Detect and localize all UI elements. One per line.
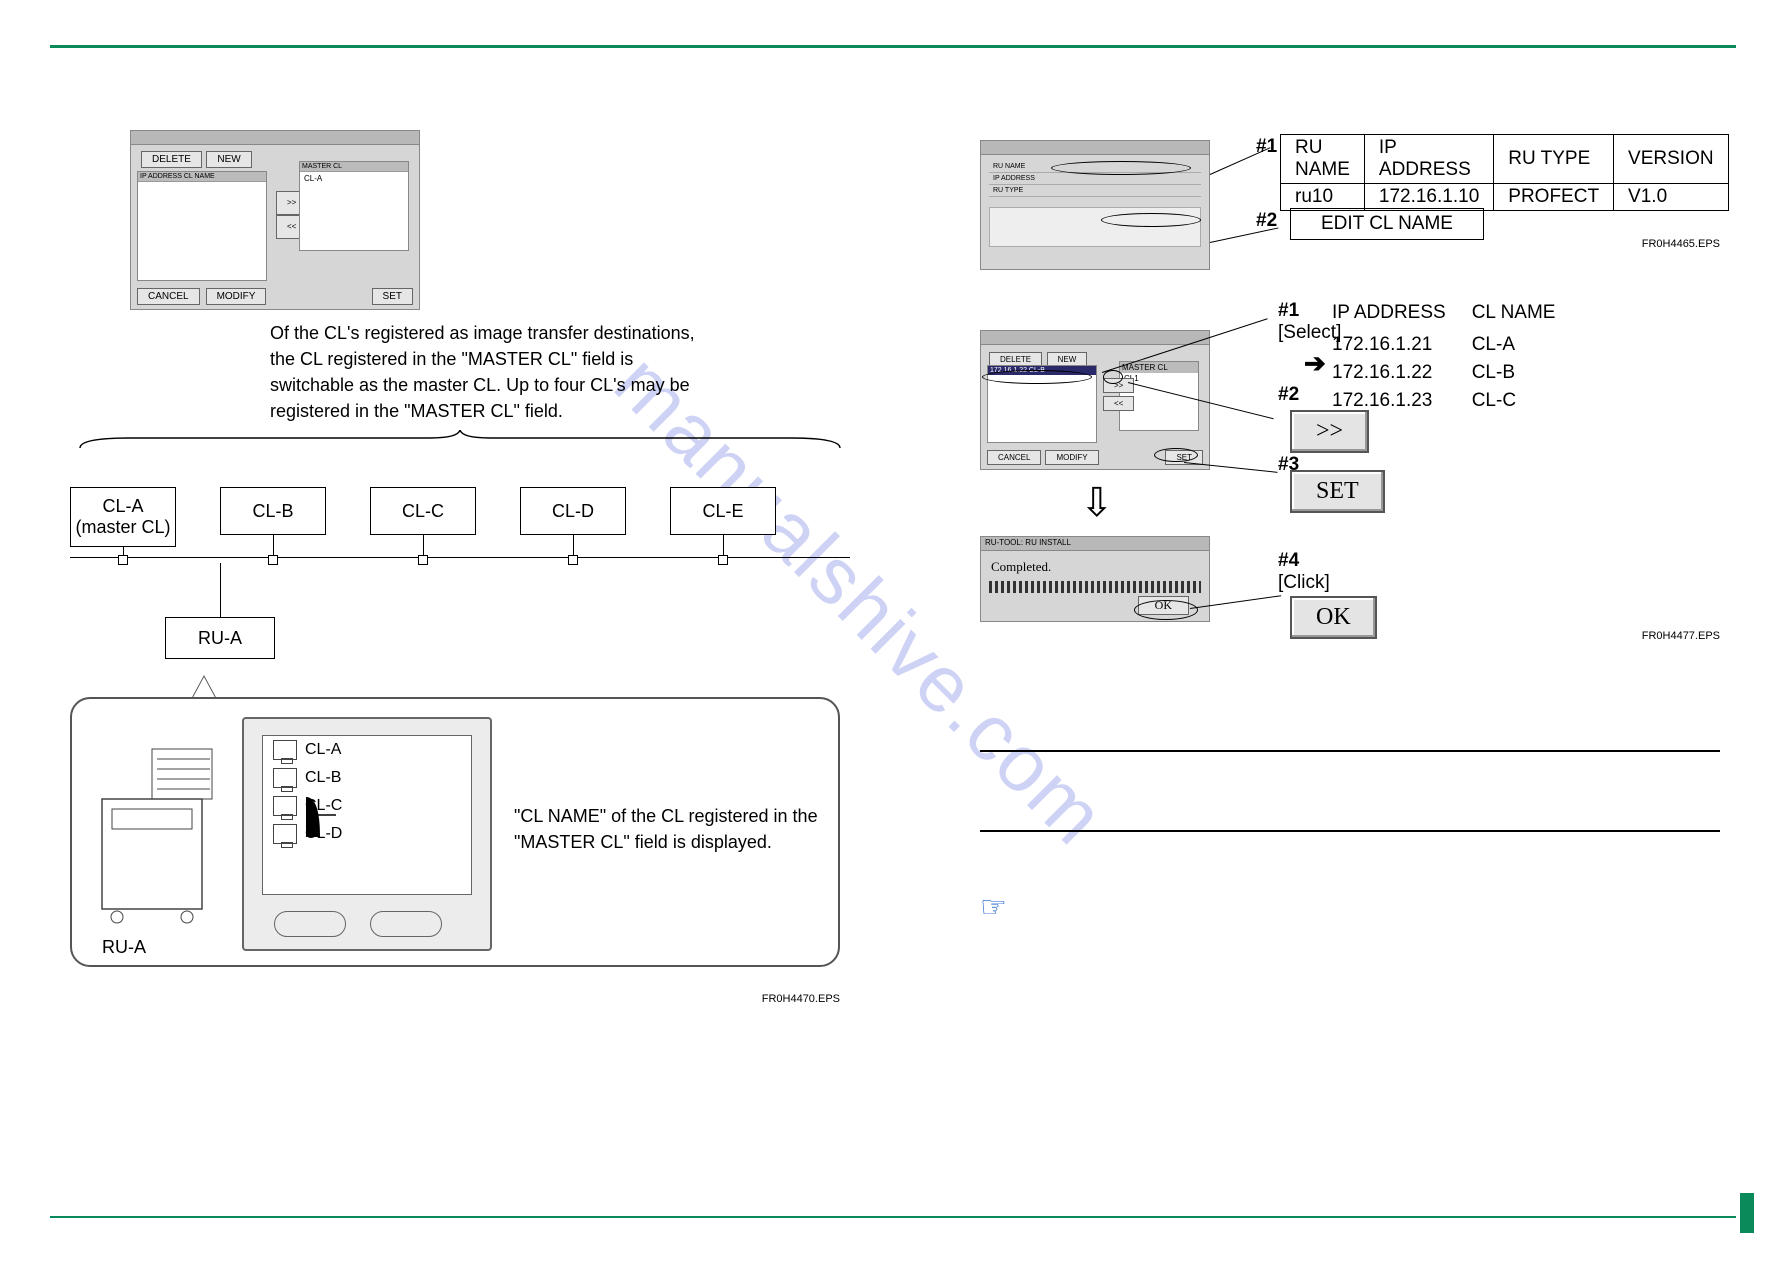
- section-rule: [980, 830, 1720, 832]
- list-item: CL-A: [263, 736, 471, 764]
- completed-dialog: RU-TOOL: RU INSTALL Completed. OK: [980, 536, 1210, 622]
- step-1b-label: #1: [1278, 300, 1299, 322]
- page-edge-tab: [1740, 1193, 1754, 1233]
- progress-bar: [989, 581, 1201, 593]
- ru-edit-dialog: RU NAME IP ADDRESS RU TYPE: [980, 140, 1210, 270]
- right-brace-icon: [306, 797, 506, 837]
- monitor-icon: [273, 796, 297, 816]
- dialog-titlebar: [131, 131, 419, 145]
- cancel-button[interactable]: CANCEL: [137, 288, 200, 305]
- delete-button[interactable]: DELETE: [141, 151, 202, 168]
- step-2b-label: #2: [1278, 384, 1299, 406]
- shift-right-step-button[interactable]: >>: [1290, 410, 1369, 453]
- set-step-button[interactable]: SET: [1290, 470, 1385, 513]
- completed-message: Completed.: [991, 559, 1051, 575]
- cl-select-dialog: DELETE NEW 172.16.1.22 CL-B MASTER CL CL…: [980, 330, 1210, 470]
- cancel-button[interactable]: CANCEL: [987, 450, 1041, 465]
- highlight-oval: [1051, 161, 1191, 175]
- ru-table-cell: V1.0: [1614, 184, 1729, 211]
- eps-filename: FR0H4477.EPS: [1642, 630, 1720, 642]
- step-1-label: #1: [1256, 136, 1277, 158]
- ru-callout-panel: RU-A CL-A CL-B CL-C CL-D "CL NAME" of th…: [70, 697, 840, 967]
- left-column: DELETE NEW IP ADDRESS CL NAME >> << MAST…: [70, 130, 850, 977]
- ru-table-header: RU NAME: [1281, 135, 1365, 184]
- cl-list[interactable]: IP ADDRESS CL NAME: [137, 171, 267, 281]
- ru-table-header: IP ADDRESS: [1364, 135, 1493, 184]
- shift-left-button[interactable]: <<: [1103, 396, 1134, 411]
- highlight-oval: [1101, 213, 1201, 227]
- brace-icon: [70, 430, 850, 450]
- ru-device-label: RU-A: [102, 937, 146, 958]
- network-diagram: CL-A (master CL) CL-B CL-C CL-D CL-E RU-…: [70, 477, 850, 977]
- screen-button[interactable]: [370, 911, 442, 937]
- section-rule: [980, 750, 1720, 752]
- step-2-label: #2: [1256, 210, 1277, 232]
- master-cl-field[interactable]: MASTER CL CL-A: [299, 161, 409, 251]
- eps-filename: FR0H4465.EPS: [1642, 238, 1720, 250]
- cl-b-box: CL-B: [220, 487, 326, 535]
- highlight-oval: [1154, 448, 1198, 462]
- page-bottom-rule: [50, 1216, 1736, 1218]
- ip-cl-list: IP ADDRESS CL NAME 172.16.1.21CL-A 172.1…: [1330, 298, 1581, 416]
- eps-filename: FR0H4470.EPS: [762, 993, 840, 1005]
- ru-table-cell: ru10: [1281, 184, 1365, 211]
- highlight-oval: [1103, 370, 1123, 384]
- screen-note: "CL NAME" of the CL registered in the "M…: [514, 803, 834, 855]
- screen-button[interactable]: [274, 911, 346, 937]
- modify-button[interactable]: MODIFY: [1045, 450, 1098, 465]
- master-cl-header: MASTER CL: [300, 162, 408, 172]
- cl-e-box: CL-E: [670, 487, 776, 535]
- cl-list-header: IP ADDRESS CL NAME: [138, 172, 266, 182]
- cl-c-box: CL-C: [370, 487, 476, 535]
- highlight-oval: [1134, 600, 1198, 620]
- master-cl-dialog: DELETE NEW IP ADDRESS CL NAME >> << MAST…: [130, 130, 420, 310]
- cl-d-box: CL-D: [520, 487, 626, 535]
- master-cl-item: CL-A: [300, 172, 408, 185]
- ip-list-header: IP ADDRESS: [1332, 300, 1470, 330]
- network-bus-line: [70, 557, 850, 558]
- ru-info-table: RU NAME IP ADDRESS RU TYPE VERSION ru10 …: [1280, 134, 1729, 211]
- ru-table-header: VERSION: [1614, 135, 1729, 184]
- cl-a-label: CL-A: [71, 496, 175, 517]
- ru-a-box: RU-A: [165, 617, 275, 659]
- pointer-hand-icon: ☞: [980, 890, 1007, 925]
- ip-list-header: CL NAME: [1472, 300, 1580, 330]
- dialog-title: RU-TOOL: RU INSTALL: [981, 537, 1209, 551]
- ru-table-cell: 172.16.1.10: [1364, 184, 1493, 211]
- ok-step-button[interactable]: OK: [1290, 596, 1377, 639]
- arrow-down-icon: ⇩: [1080, 480, 1114, 526]
- cl-a-sublabel: (master CL): [71, 517, 175, 538]
- edit-cl-name-button[interactable]: EDIT CL NAME: [1290, 208, 1484, 240]
- arrow-right-icon: ➔: [1304, 348, 1326, 379]
- page-top-rule: [50, 45, 1736, 48]
- master-cl-header: MASTER CL: [1120, 362, 1198, 373]
- set-button[interactable]: SET: [372, 288, 413, 305]
- ru-device-icon: [92, 729, 222, 929]
- ru-table-cell: PROFECT: [1494, 184, 1614, 211]
- list-item: CL-B: [263, 764, 471, 792]
- ru-table-header: RU TYPE: [1494, 135, 1614, 184]
- step-4-label: #4: [1278, 550, 1299, 572]
- master-cl-caption: Of the CL's registered as image transfer…: [270, 320, 710, 424]
- highlight-oval: [982, 370, 1092, 384]
- new-button[interactable]: NEW: [206, 151, 251, 168]
- monitor-icon: [273, 824, 297, 844]
- cl-a-box: CL-A (master CL): [70, 487, 176, 547]
- modify-button[interactable]: MODIFY: [206, 288, 267, 305]
- monitor-icon: [273, 768, 297, 788]
- click-hint: [Click]: [1278, 572, 1330, 594]
- monitor-icon: [273, 740, 297, 760]
